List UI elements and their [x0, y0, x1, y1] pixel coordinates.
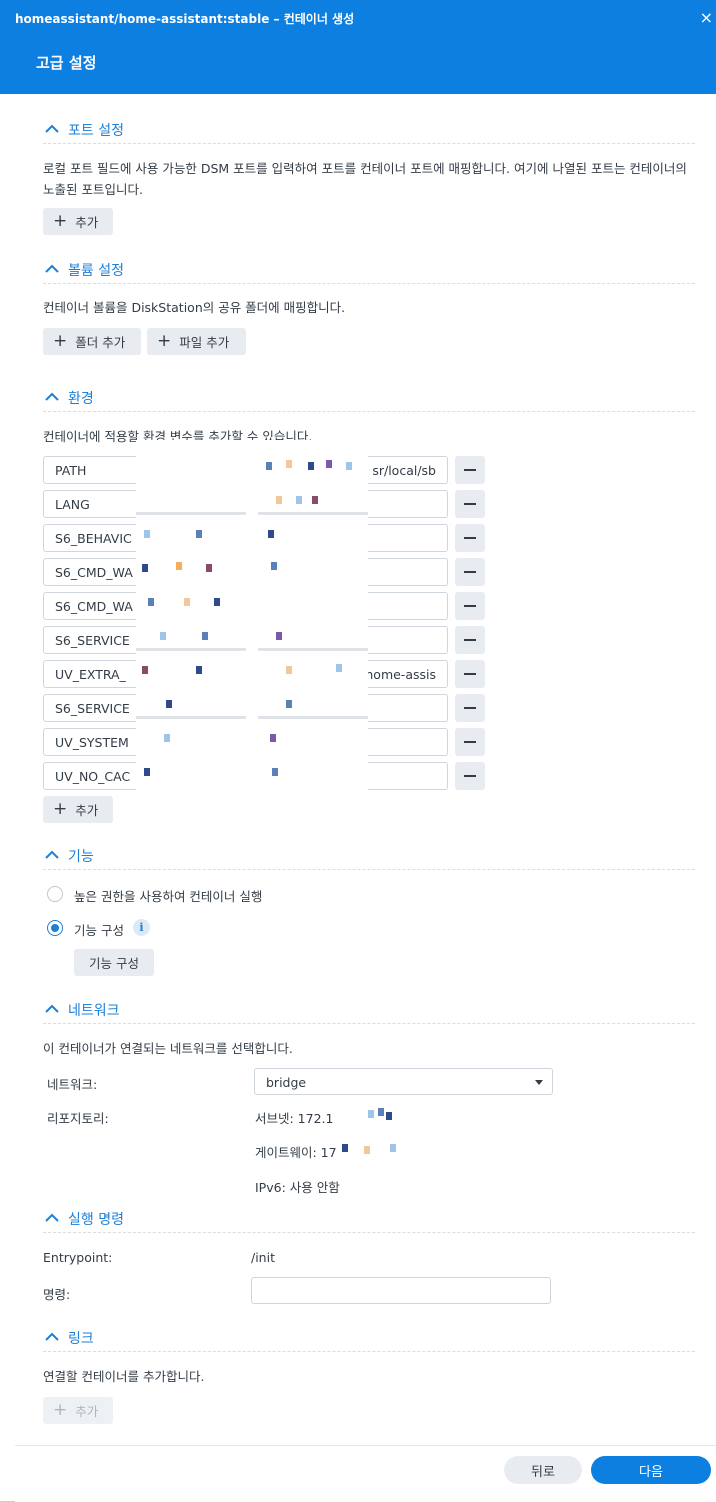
chevron-up-icon[interactable]: [43, 1209, 61, 1227]
add-link-label: 추가: [75, 1404, 99, 1419]
ports-description: 로컬 포트 필드에 사용 가능한 DSM 포트를 입력하여 포트를 컨테이너 포…: [43, 161, 687, 197]
env-key[interactable]: S6_CMD_WA: [55, 599, 133, 614]
remove-env-button[interactable]: [455, 456, 485, 484]
repository-label: 리포지토리:: [47, 1111, 109, 1126]
dialog-footer: 뒤로 다음: [15, 1445, 716, 1502]
chevron-up-icon[interactable]: [43, 1328, 61, 1346]
redaction-pixel: [386, 1112, 392, 1120]
plus-icon: +: [53, 799, 68, 819]
caret-down-icon: [535, 1080, 543, 1085]
section-capabilities[interactable]: 기능: [43, 845, 695, 870]
redaction-pixel: [378, 1108, 384, 1116]
section-title-capabilities: 기능: [68, 849, 94, 865]
plus-icon: +: [53, 331, 68, 351]
redaction-pixel: [364, 1146, 370, 1154]
subnet-value: 서브넷: 172.1: [255, 1111, 334, 1126]
chevron-up-icon[interactable]: [43, 1000, 61, 1018]
remove-env-button[interactable]: [455, 490, 485, 518]
section-port-settings[interactable]: 포트 설정: [43, 119, 695, 144]
plus-icon: +: [53, 211, 68, 231]
section-execution-command[interactable]: 실행 명령: [43, 1208, 695, 1233]
section-title-network: 네트워크: [68, 1003, 120, 1019]
env-key[interactable]: UV_SYSTEM: [55, 735, 129, 750]
add-file-label: 파일 추가: [179, 335, 230, 350]
command-input[interactable]: [251, 1277, 551, 1304]
configure-capabilities-button[interactable]: 기능 구성: [74, 949, 154, 976]
env-key[interactable]: S6_SERVICE: [55, 633, 130, 648]
add-env-label: 추가: [75, 803, 99, 818]
network-select[interactable]: bridge: [254, 1068, 553, 1095]
remove-env-button[interactable]: [455, 660, 485, 688]
network-description: 이 컨테이너가 연결되는 네트워크를 선택합니다.: [43, 1041, 293, 1056]
env-key[interactable]: S6_CMD_WA: [55, 565, 133, 580]
redaction-pixel: [390, 1144, 396, 1152]
section-title-volumes: 볼륨 설정: [68, 263, 124, 279]
section-title-environment: 환경: [68, 391, 94, 407]
section-volume-settings[interactable]: 볼륨 설정: [43, 259, 695, 284]
section-title-links: 링크: [68, 1331, 94, 1347]
entrypoint-value: /init: [251, 1250, 275, 1265]
entrypoint-label: Entrypoint:: [43, 1250, 113, 1265]
section-links[interactable]: 링크: [43, 1327, 695, 1352]
dialog-title: 고급 설정: [36, 54, 97, 72]
command-label: 명령:: [43, 1287, 71, 1302]
redaction-mask: [136, 440, 368, 790]
add-folder-label: 폴더 추가: [75, 335, 126, 350]
redaction-pixel: [368, 1110, 374, 1118]
env-key[interactable]: UV_NO_CAC: [55, 769, 130, 784]
add-port-label: 추가: [75, 215, 99, 230]
gateway-value: 게이트웨이: 17: [255, 1145, 337, 1160]
env-key[interactable]: S6_BEHAVIC: [55, 531, 132, 546]
next-button[interactable]: 다음: [591, 1456, 711, 1484]
add-env-button[interactable]: + 추가: [43, 796, 113, 823]
window-title: homeassistant/home-assistant:stable – 컨테…: [15, 12, 355, 26]
remove-env-button[interactable]: [455, 592, 485, 620]
remove-env-button[interactable]: [455, 694, 485, 722]
configure-capabilities-label[interactable]: 기능 구성: [74, 920, 124, 939]
privileged-label[interactable]: 높은 권한을 사용하여 컨테이너 실행: [74, 886, 262, 905]
network-select-value: bridge: [266, 1075, 307, 1090]
remove-env-button[interactable]: [455, 524, 485, 552]
network-label: 네트워크:: [47, 1077, 98, 1092]
close-icon[interactable]: ×: [700, 8, 713, 27]
remove-env-button[interactable]: [455, 762, 485, 790]
plus-icon: +: [157, 331, 172, 351]
chevron-up-icon[interactable]: [43, 120, 61, 138]
back-button[interactable]: 뒤로: [504, 1456, 582, 1484]
env-value[interactable]: home-assis: [365, 667, 436, 682]
add-folder-button[interactable]: + 폴더 추가: [43, 328, 141, 355]
volumes-description: 컨테이너 볼륨을 DiskStation의 공유 폴더에 매핑합니다.: [43, 300, 346, 315]
info-icon[interactable]: i: [133, 919, 150, 936]
section-title-execution: 실행 명령: [68, 1212, 124, 1228]
remove-env-button[interactable]: [455, 626, 485, 654]
remove-env-button[interactable]: [455, 558, 485, 586]
remove-env-button[interactable]: [455, 728, 485, 756]
ipv6-value: IPv6: 사용 안함: [255, 1180, 340, 1195]
env-key[interactable]: S6_SERVICE: [55, 701, 130, 716]
redaction-pixel: [342, 1144, 348, 1152]
plus-icon: +: [53, 1400, 68, 1420]
env-key[interactable]: UV_EXTRA_: [55, 667, 126, 682]
env-key[interactable]: LANG: [55, 497, 90, 512]
advanced-settings-content[interactable]: 포트 설정 로컬 포트 필드에 사용 가능한 DSM 포트를 입력하여 포트를 …: [0, 94, 716, 1445]
add-port-button[interactable]: + 추가: [43, 208, 113, 235]
chevron-up-icon[interactable]: [43, 846, 61, 864]
chevron-up-icon[interactable]: [43, 388, 61, 406]
create-container-window: homeassistant/home-assistant:stable – 컨테…: [0, 0, 716, 1502]
chevron-up-icon[interactable]: [43, 260, 61, 278]
links-description: 연결할 컨테이너를 추가합니다.: [43, 1369, 205, 1384]
configure-capabilities-radio[interactable]: [47, 920, 63, 936]
add-link-button[interactable]: + 추가: [43, 1397, 113, 1424]
section-network[interactable]: 네트워크: [43, 999, 695, 1024]
section-title-ports: 포트 설정: [68, 123, 124, 139]
env-key[interactable]: PATH: [55, 463, 86, 478]
privileged-radio[interactable]: [47, 886, 63, 902]
add-file-button[interactable]: + 파일 추가: [147, 328, 246, 355]
window-header: homeassistant/home-assistant:stable – 컨테…: [0, 0, 716, 94]
section-environment[interactable]: 환경: [43, 387, 695, 412]
env-value[interactable]: sr/local/sb: [372, 463, 436, 478]
